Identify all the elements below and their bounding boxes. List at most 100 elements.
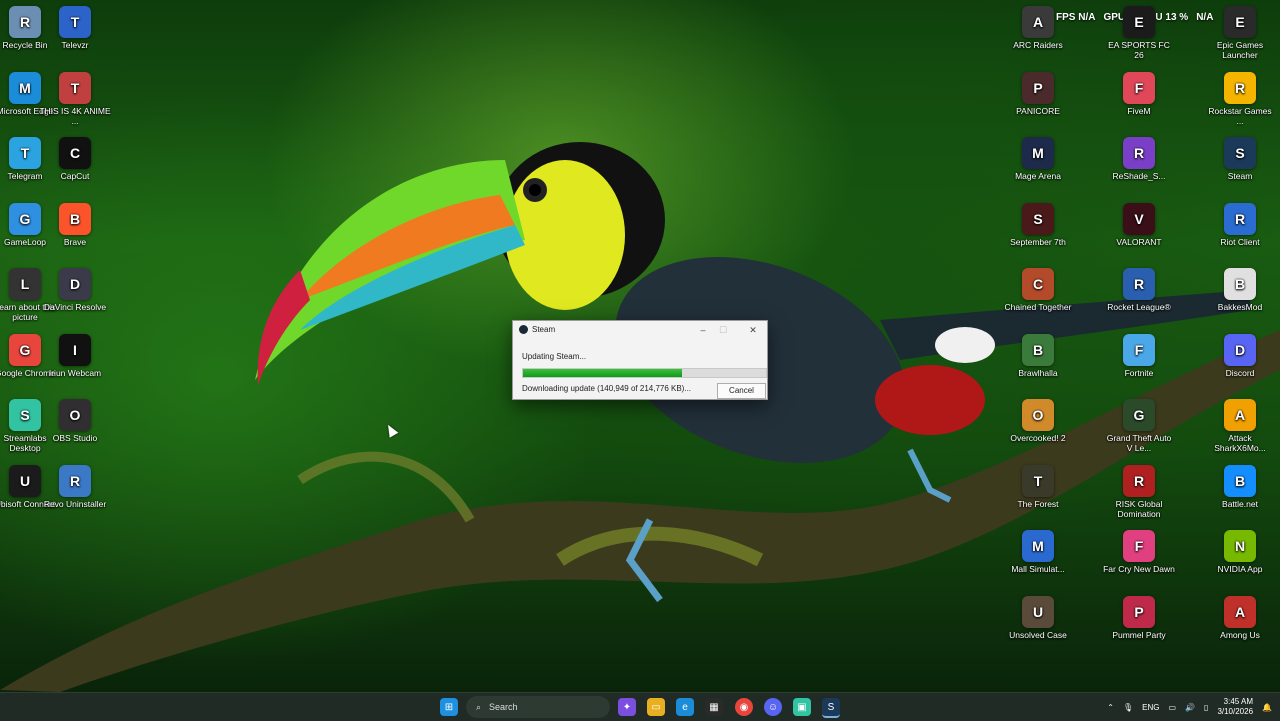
desktop-icon[interactable]: E Epic Games Launcher: [1204, 6, 1276, 60]
file-explorer-icon[interactable]: ▭: [647, 698, 665, 716]
chevron-up-icon[interactable]: ⌃: [1107, 703, 1114, 712]
desktop-icon[interactable]: C CapCut: [39, 137, 111, 181]
gameloop-icon: G: [9, 202, 41, 235]
webcam-icon: I: [59, 333, 91, 366]
desktop-icon[interactable]: S September 7th: [1002, 202, 1074, 247]
desktop-icon-label: OBS Studio: [52, 433, 98, 443]
desktop-icon[interactable]: S Steam: [1204, 137, 1276, 181]
maximize-button[interactable]: ☐: [713, 323, 733, 337]
anime-icon: T: [59, 71, 91, 104]
desktop-icon-label: PANICORE: [1016, 105, 1060, 116]
cancel-button[interactable]: Cancel: [717, 383, 766, 399]
streamlabs-taskbar-icon[interactable]: ▣: [793, 698, 811, 716]
desktop-icon[interactable]: E EA SPORTS FC 26: [1103, 6, 1175, 60]
desktop-icon[interactable]: T The Forest: [1002, 464, 1074, 509]
desktop-icon[interactable]: U Unsolved Case: [1002, 595, 1074, 640]
desktop-icon[interactable]: P PANICORE: [1002, 71, 1074, 116]
nvidia-icon: N: [1224, 530, 1256, 562]
desktop-icon[interactable]: D DaVinci Resolve: [39, 268, 111, 312]
telegram-icon: T: [9, 137, 41, 169]
desktop-icon-label: The Forest: [1017, 498, 1059, 509]
desktop-icon[interactable]: R Revo Uninstaller: [39, 464, 111, 509]
desktop-icon[interactable]: T THIS IS 4K ANIME ...: [39, 71, 111, 126]
reshade-icon: R: [1123, 137, 1155, 169]
desktop-icon[interactable]: M Mage Arena: [1002, 137, 1074, 181]
desktop-icon-label: Fortnite: [1124, 367, 1154, 378]
desktop-icon[interactable]: A Among Us: [1204, 595, 1276, 640]
desktop-icon-label: Among Us: [1220, 629, 1260, 640]
davinci-icon: D: [59, 268, 91, 300]
chained-icon: C: [1022, 268, 1054, 300]
desktop-icon[interactable]: R Riot Client: [1204, 202, 1276, 247]
store-icon[interactable]: ▦: [705, 698, 723, 716]
desktop-icon-label: Unsolved Case: [1009, 629, 1067, 640]
rockstar-icon: R: [1224, 71, 1256, 104]
desktop-icon[interactable]: B Battle.net: [1204, 464, 1276, 509]
desktop-icon[interactable]: F Far Cry New Dawn: [1103, 530, 1175, 574]
desktop-icon[interactable]: V VALORANT: [1103, 202, 1175, 247]
desktop-icon[interactable]: F FiveM: [1103, 71, 1175, 116]
search-icon: ⌕: [476, 701, 482, 712]
steam-taskbar-icon[interactable]: S: [822, 698, 840, 718]
desktop-icon-label: September 7th: [1010, 236, 1066, 247]
edge-icon: M: [9, 71, 41, 104]
desktop-icon-label: DaVinci Resolve: [43, 302, 107, 312]
desktop-icon[interactable]: F Fortnite: [1103, 333, 1175, 378]
desktop-icon[interactable]: R Rocket League®: [1103, 268, 1175, 312]
desktop-icon[interactable]: O Overcooked! 2: [1002, 399, 1074, 443]
riot-icon: R: [1224, 202, 1256, 235]
desktop-icon-label: BakkesMod: [1217, 302, 1263, 312]
start-button[interactable]: ⊞: [440, 698, 458, 716]
steam-update-dialog: Steam – ☐ ✕ Updating Steam... Downloadin…: [512, 320, 768, 400]
desktop-icon[interactable]: N NVIDIA App: [1204, 530, 1276, 574]
fortnite-icon: F: [1123, 333, 1155, 366]
among-us-icon: A: [1224, 595, 1256, 628]
edge-taskbar-icon[interactable]: e: [676, 698, 694, 716]
mall-sim-icon: M: [1022, 530, 1054, 562]
volume-icon[interactable]: 🔊: [1185, 703, 1195, 712]
chrome-taskbar-icon[interactable]: ◉: [735, 698, 753, 716]
desktop-icon[interactable]: M Mall Simulat...: [1002, 530, 1074, 574]
update-progress-fill: [523, 369, 683, 377]
desktop-icon[interactable]: T Televzr: [39, 6, 111, 50]
clock-time: 3:45 AM: [1223, 697, 1254, 706]
panicore-icon: P: [1022, 71, 1054, 104]
desktop-icon[interactable]: P Pummel Party: [1103, 595, 1175, 640]
ubisoft-icon: U: [9, 464, 41, 497]
clock[interactable]: 3:45 AM 3/10/2026: [1217, 697, 1253, 717]
fivem-icon: F: [1123, 71, 1155, 104]
desktop-icon[interactable]: B BakkesMod: [1204, 268, 1276, 312]
desktop-icon[interactable]: G Grand Theft Auto V Le...: [1103, 399, 1175, 453]
clock-date: 3/10/2026: [1217, 707, 1254, 716]
recycle-bin-icon: R: [9, 6, 41, 38]
obs-icon: O: [59, 399, 91, 431]
desktop-icon-label: Battle.net: [1222, 498, 1258, 509]
desktop-icon[interactable]: O OBS Studio: [39, 399, 111, 443]
close-button[interactable]: ✕: [743, 323, 763, 337]
desktop-icon[interactable]: D Discord: [1204, 333, 1276, 378]
notification-bell-icon[interactable]: 🔔: [1262, 703, 1272, 712]
taskbar-search[interactable]: ⌕ Search: [466, 696, 610, 718]
desktop-icon[interactable]: A ARC Raiders: [1002, 6, 1074, 50]
desktop-icon[interactable]: R RISK Global Domination: [1103, 464, 1175, 519]
desktop-icon-label: Discord: [1225, 367, 1255, 378]
language-indicator[interactable]: ENG: [1142, 703, 1159, 712]
desktop-icon[interactable]: R Rockstar Games ...: [1204, 71, 1276, 126]
desktop-icon[interactable]: B Brave: [39, 202, 111, 247]
desktop-icon[interactable]: A Attack SharkX6Mo...: [1204, 399, 1276, 453]
brawlhalla-icon: B: [1022, 333, 1054, 366]
copilot-icon[interactable]: ✦: [618, 698, 636, 716]
desktop-icon-label: THIS IS 4K ANIME ...: [39, 105, 111, 126]
desktop-icon[interactable]: C Chained Together: [1002, 268, 1074, 312]
network-icon[interactable]: ▭: [1169, 703, 1177, 712]
battery-icon[interactable]: ▯: [1204, 703, 1208, 712]
september-icon: S: [1022, 202, 1054, 235]
microphone-icon[interactable]: 🎙: [1123, 703, 1133, 712]
desktop-icon[interactable]: I Iriun Webcam: [39, 333, 111, 378]
desktop-icon-label: NVIDIA App: [1217, 564, 1263, 574]
desktop-icon[interactable]: R ReShade_S...: [1103, 137, 1175, 181]
minimize-button[interactable]: –: [693, 323, 713, 337]
discord-taskbar-icon[interactable]: ☺: [764, 698, 782, 716]
unsolved-case-icon: U: [1022, 595, 1054, 628]
desktop-icon[interactable]: B Brawlhalla: [1002, 333, 1074, 378]
